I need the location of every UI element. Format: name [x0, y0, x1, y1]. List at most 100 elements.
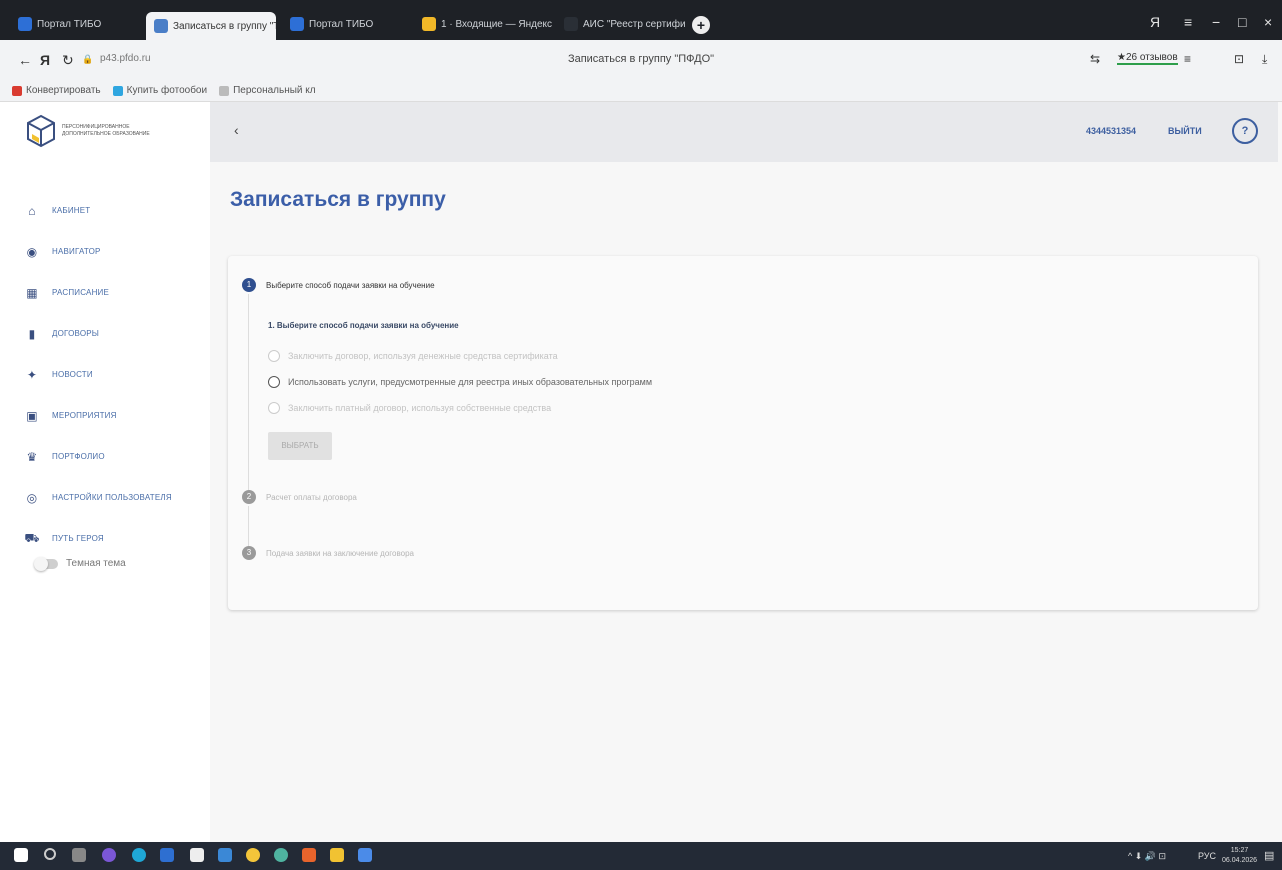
step-number: 2: [242, 490, 256, 504]
sidebar-item-events[interactable]: ▣ Мероприятия: [12, 395, 210, 436]
bookmark-label: Купить фотообои: [126, 85, 208, 96]
event-calendar-icon: ▣: [26, 408, 38, 423]
app-teal-icon[interactable]: [274, 848, 288, 862]
tab-favicon-icon: [564, 17, 578, 31]
help-icon[interactable]: ?: [1232, 118, 1258, 144]
sidebar: Персонифицированное дополнительное образ…: [12, 102, 210, 842]
browser-tab-2-active[interactable]: Записаться в группу "Т ×: [146, 12, 276, 40]
yandex-icon[interactable]: Я: [40, 52, 50, 68]
sidebar-item-news[interactable]: ✦ Новости: [12, 354, 210, 395]
tab-label: Записаться в группу "Т: [173, 20, 276, 32]
app-document-icon[interactable]: [358, 848, 372, 862]
store-icon[interactable]: [190, 848, 204, 862]
sidebar-item-user-settings[interactable]: ◎ Настройки пользователя: [12, 477, 210, 518]
extensions-icon[interactable]: ⊡: [1234, 52, 1244, 66]
page-title: Записаться в группу: [230, 188, 446, 211]
clock-date: 06.04.2026: [1222, 857, 1258, 864]
calendar-icon: ▦: [26, 285, 38, 300]
minimize-icon[interactable]: −: [1212, 14, 1220, 30]
logo-cube-icon: [27, 114, 55, 148]
tab-label: Портал ТИБО: [309, 18, 374, 30]
app-orange-icon[interactable]: [302, 848, 316, 862]
sidebar-item-portfolio[interactable]: ♛ Портфолио: [12, 436, 210, 477]
bookmark-item[interactable]: Конвертировать: [12, 85, 101, 96]
sidebar-item-navigator[interactable]: ◉ Навигатор: [12, 231, 210, 272]
translate-icon[interactable]: ⇆: [1090, 52, 1100, 66]
option-label: Использовать услуги, предусмотренные для…: [288, 377, 653, 387]
taskbar-clock[interactable]: 15:27 06.04.2026: [1222, 846, 1257, 866]
logo[interactable]: Персонифицированное дополнительное образ…: [26, 114, 172, 148]
reviews-badge[interactable]: ★26 отзывов: [1117, 52, 1178, 65]
new-tab-button[interactable]: +: [692, 16, 710, 34]
reload-icon[interactable]: ↻: [62, 52, 74, 69]
option-certificate: Заключить договор, используя денежные ср…: [268, 350, 558, 362]
tab-label: 1 · Входящие — Яндекс: [441, 18, 553, 30]
step-label: Выберите способ подачи заявки на обучени…: [266, 280, 435, 290]
back-arrow-icon[interactable]: ←: [18, 52, 32, 68]
document-icon: ▮: [28, 326, 36, 341]
step-3: 3 Подача заявки на заключение договора: [242, 546, 414, 560]
radio-button[interactable]: [268, 376, 280, 388]
sidebar-item-label: Кабинет: [52, 206, 91, 215]
logo-text: Персонифицированное дополнительное образ…: [62, 124, 150, 137]
browser-menu-icon[interactable]: ≡: [1184, 14, 1192, 30]
step-connector: [248, 294, 249, 490]
yandex-browser-icon[interactable]: [246, 848, 260, 862]
app-blue-icon[interactable]: [160, 848, 174, 862]
app-purple-icon[interactable]: [102, 848, 116, 862]
section-title: 1. Выберите способ подачи заявки на обуч…: [268, 321, 459, 330]
search-icon[interactable]: [44, 848, 56, 860]
app-yellow-icon[interactable]: [330, 848, 344, 862]
select-button[interactable]: Выбрать: [268, 432, 332, 460]
app-header: ‹ 4344531354 Выйти ?: [210, 102, 1278, 162]
edge-icon[interactable]: [132, 848, 146, 862]
stepper-card: 1 Выберите способ подачи заявки на обуче…: [228, 256, 1258, 610]
maximize-icon[interactable]: □: [1238, 14, 1246, 30]
browser-tab-3[interactable]: Портал ТИБО: [282, 12, 412, 36]
step-label: Расчет оплаты договора: [266, 492, 357, 502]
bookmark-item[interactable]: Купить фотообои: [112, 85, 208, 96]
bookmark-label: Конвертировать: [26, 85, 101, 96]
dark-theme-label: Темная тема: [66, 558, 126, 569]
home-icon: ⌂: [28, 203, 36, 218]
back-chevron-icon[interactable]: ‹: [234, 122, 239, 138]
bookmark-item[interactable]: Персональный кл: [219, 85, 316, 96]
dark-theme-toggle[interactable]: Темная тема: [34, 556, 126, 571]
sidebar-item-hero-path[interactable]: ⛟ Путь героя: [12, 518, 210, 559]
lock-icon: 🔒: [82, 54, 94, 64]
browser-tab-1[interactable]: Портал ТИБО: [10, 12, 140, 36]
step-label: Подача заявки на заключение договора: [266, 548, 414, 558]
sidebar-menu: ⌂ Кабинет ◉ Навигатор ▦ Расписание ▮ Дог…: [12, 190, 210, 559]
tab-favicon-icon: [18, 17, 32, 31]
close-window-icon[interactable]: ×: [1264, 14, 1272, 30]
sidebar-item-schedule[interactable]: ▦ Расписание: [12, 272, 210, 313]
toggle-switch[interactable]: [34, 556, 58, 571]
mail-icon[interactable]: [218, 848, 232, 862]
step-number: 1: [242, 278, 256, 292]
tab-favicon-icon: [422, 17, 436, 31]
language-indicator[interactable]: РУС: [1198, 851, 1216, 861]
url-text[interactable]: р43.pfdo.ru: [100, 53, 151, 64]
vehicle-icon: ⛟: [24, 530, 40, 545]
browser-tab-4[interactable]: 1 · Входящие — Яндекс: [414, 12, 554, 36]
tab-label: Портал ТИБО: [37, 18, 102, 30]
trophy-icon: ♛: [26, 449, 38, 464]
option-label: Заключить договор, используя денежные ср…: [288, 351, 558, 361]
sidebar-item-cabinet[interactable]: ⌂ Кабинет: [12, 190, 210, 231]
user-circle-icon: ◎: [26, 490, 38, 505]
option-registry-programs[interactable]: Использовать услуги, предусмотренные для…: [268, 376, 652, 388]
bookmark-menu-icon[interactable]: ≡: [1184, 52, 1191, 66]
browser-tab-5[interactable]: АИС "Реестр сертификат: [556, 12, 686, 36]
bookmark-favicon-icon: [112, 85, 123, 96]
sidebar-item-contracts[interactable]: ▮ Договоры: [12, 313, 210, 354]
step-1: 1 Выберите способ подачи заявки на обуче…: [242, 278, 435, 292]
notifications-icon[interactable]: ▤: [1264, 849, 1274, 862]
profile-icon[interactable]: Я: [1150, 14, 1160, 30]
system-tray-icons[interactable]: ^ ⬇ 🔊 ⊡: [1128, 851, 1166, 862]
compass-icon: ◉: [26, 244, 38, 259]
sidebar-item-label: Договоры: [52, 329, 100, 338]
task-view-icon[interactable]: [72, 848, 86, 862]
windows-start-icon[interactable]: [14, 848, 28, 862]
download-icon[interactable]: ⤓: [1262, 52, 1267, 67]
logout-button[interactable]: Выйти: [1168, 126, 1202, 136]
